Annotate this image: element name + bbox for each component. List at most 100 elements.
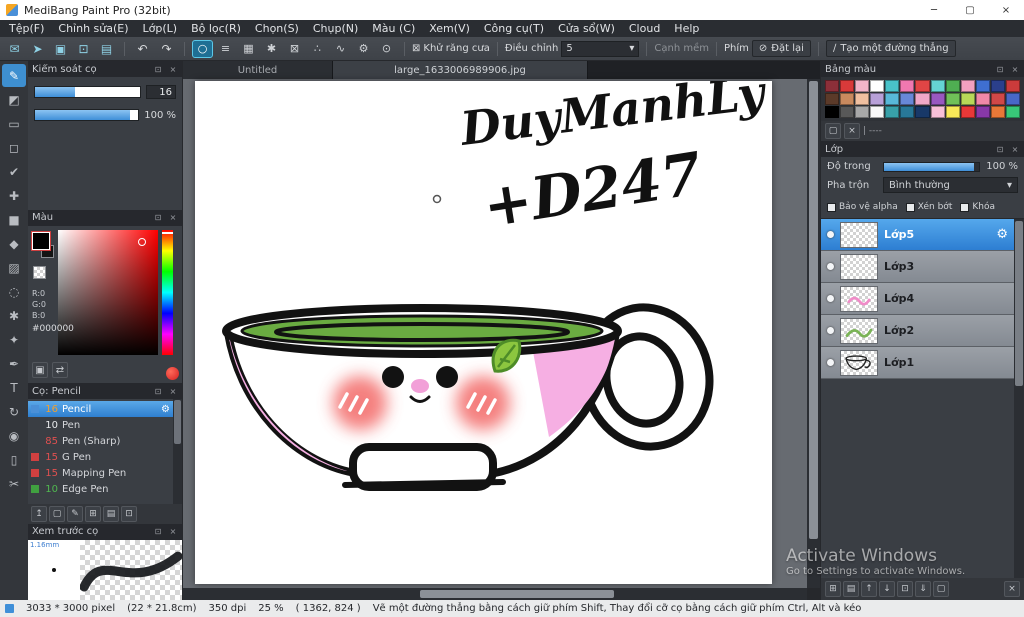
crosshatch-option-icon[interactable]: ⊠ <box>284 40 305 58</box>
popout-icon[interactable]: ⊡ <box>995 145 1005 154</box>
material-icon[interactable]: ▤ <box>96 40 117 58</box>
layer-up-icon[interactable]: ↑ <box>861 581 877 597</box>
transparent-color-swatch[interactable] <box>33 265 46 279</box>
brush-size-value[interactable]: 16 <box>146 85 176 99</box>
menu-item-3[interactable]: Bộ lọc(R) <box>184 20 248 37</box>
palette-swatch[interactable] <box>990 80 1005 92</box>
palette-swatch[interactable] <box>870 80 885 92</box>
palette-swatch[interactable] <box>825 80 840 92</box>
antialias-label[interactable]: Khử răng cưa <box>423 43 489 54</box>
new-color-icon[interactable]: ▢ <box>825 123 841 139</box>
palette-swatch[interactable] <box>990 106 1005 118</box>
layer-row[interactable]: Lớp3 <box>821 251 1014 283</box>
close-icon[interactable]: × <box>168 527 178 536</box>
palette-swatch[interactable] <box>855 93 870 105</box>
palette-swatch[interactable] <box>840 80 855 92</box>
palette-swatch[interactable] <box>840 93 855 105</box>
layer-row[interactable]: Lớp4 <box>821 283 1014 315</box>
palette-icon[interactable]: ▣ <box>50 40 71 58</box>
palette-swatch[interactable] <box>930 106 945 118</box>
palette-swatch[interactable] <box>915 80 930 92</box>
stamp-tool[interactable]: ▭ <box>2 112 26 135</box>
magic-wand-tool[interactable]: ✱ <box>2 304 26 327</box>
palette-swatch[interactable] <box>870 106 885 118</box>
brush-item[interactable]: 16 Pencil ⚙ <box>28 401 173 418</box>
layer-visibility-icon[interactable] <box>827 359 834 366</box>
reset-button[interactable]: ⊘ Đặt lại <box>751 40 811 57</box>
foreground-color-swatch[interactable] <box>31 230 51 251</box>
new-layer-icon[interactable]: ⊞ <box>825 581 841 597</box>
close-icon[interactable]: × <box>168 65 178 74</box>
menu-item-10[interactable]: Cloud <box>622 20 667 37</box>
brush-item[interactable]: 10 Pen <box>28 417 173 433</box>
soft-edge-button[interactable]: Cạnh mềm <box>654 43 709 54</box>
duplicate-brush-icon[interactable]: ⊞ <box>85 505 101 522</box>
line-tool-button[interactable]: ∕ Tạo một đường thẳng <box>825 40 956 57</box>
palette-swatch[interactable] <box>990 93 1005 105</box>
eraser-tool[interactable]: ◩ <box>2 88 26 111</box>
redo-icon[interactable]: ↷ <box>156 40 177 58</box>
palette-swatch[interactable] <box>1005 93 1020 105</box>
palette-swatch[interactable] <box>1005 106 1020 118</box>
protect-alpha-checkbox[interactable]: Bảo vệ alpha <box>827 202 898 212</box>
maximize-button[interactable]: ▢ <box>952 0 988 20</box>
close-button[interactable]: × <box>988 0 1024 20</box>
sv-marker[interactable] <box>138 237 146 246</box>
check-brush-tool[interactable]: ✔ <box>2 160 26 183</box>
operation-tool[interactable]: ✦ <box>2 328 26 351</box>
eyedropper-tool[interactable]: ◉ <box>2 424 26 447</box>
canvas-horizontal-scrollbar[interactable] <box>183 588 807 600</box>
canvas-vertical-scrollbar[interactable] <box>807 79 820 588</box>
menu-item-9[interactable]: Cửa sổ(W) <box>551 20 622 37</box>
popout-icon[interactable]: ⊡ <box>153 65 163 74</box>
layer-thumbnail[interactable] <box>840 349 878 376</box>
brush-item[interactable]: 10 Edge Pen <box>28 481 173 497</box>
lasso-tool[interactable]: ◌ <box>2 280 26 303</box>
delete-layer-icon[interactable]: × <box>1004 581 1020 597</box>
layer-list-scrollbar[interactable] <box>1014 219 1024 578</box>
burst-option-icon[interactable]: ✱ <box>261 40 282 58</box>
copy-work-icon[interactable]: ⊡ <box>73 40 94 58</box>
menu-item-2[interactable]: Lớp(L) <box>136 20 185 37</box>
pen-tool[interactable]: ✒ <box>2 352 26 375</box>
undo-icon[interactable]: ↶ <box>132 40 153 58</box>
minimize-button[interactable]: ─ <box>916 0 952 20</box>
blend-mode-dropdown[interactable]: Bình thường ▾ <box>883 177 1018 193</box>
layer-opacity-slider[interactable] <box>883 161 981 172</box>
checkbox-box[interactable] <box>960 202 970 212</box>
ellipse-option-icon[interactable]: ○ <box>192 39 213 58</box>
palette-swatch[interactable] <box>945 93 960 105</box>
brush-size-slider[interactable] <box>34 86 141 98</box>
edit-brush-icon[interactable]: ✎ <box>67 505 83 522</box>
adjust-dropdown[interactable]: 5 ▾ <box>561 40 640 57</box>
settings-option-icon[interactable]: ⚙ <box>353 40 374 58</box>
scatter-option-icon[interactable]: ∴ <box>307 40 328 58</box>
brush-item[interactable]: 15 Mapping Pen <box>28 465 173 481</box>
rotate-tool[interactable]: ↻ <box>2 400 26 423</box>
brush-settings-icon[interactable]: ⚙ <box>161 404 170 415</box>
palette-swatch[interactable] <box>975 93 990 105</box>
palette-swatch[interactable] <box>885 80 900 92</box>
clear-layer-icon[interactable]: ▢ <box>933 581 949 597</box>
palette-swatch[interactable] <box>930 80 945 92</box>
layer-visibility-icon[interactable] <box>827 231 834 238</box>
palette-swatch[interactable] <box>900 106 915 118</box>
brush-tool[interactable]: ✎ <box>2 64 26 87</box>
popout-icon[interactable]: ⊡ <box>153 213 163 222</box>
text-tool[interactable]: T <box>2 376 26 399</box>
layer-thumbnail[interactable] <box>840 221 878 248</box>
palette-swatch[interactable] <box>825 93 840 105</box>
menu-item-8[interactable]: Công cụ(T) <box>477 20 551 37</box>
new-folder-icon[interactable]: ▤ <box>843 581 859 597</box>
stripes-option-icon[interactable]: ≡ <box>215 40 236 58</box>
palette-swatch[interactable] <box>915 106 930 118</box>
close-icon[interactable]: × <box>168 387 178 396</box>
layer-down-icon[interactable]: ↓ <box>879 581 895 597</box>
color-wheel-toggle[interactable] <box>166 367 179 381</box>
palette-swatch[interactable] <box>900 80 915 92</box>
layer-visibility-icon[interactable] <box>827 327 834 334</box>
cloud-chat-icon[interactable]: ✉ <box>4 40 25 58</box>
layer-settings-icon[interactable]: ⚙ <box>996 227 1008 242</box>
upload-brush-icon[interactable]: ↥ <box>31 505 47 522</box>
layer-thumbnail[interactable] <box>840 285 878 312</box>
